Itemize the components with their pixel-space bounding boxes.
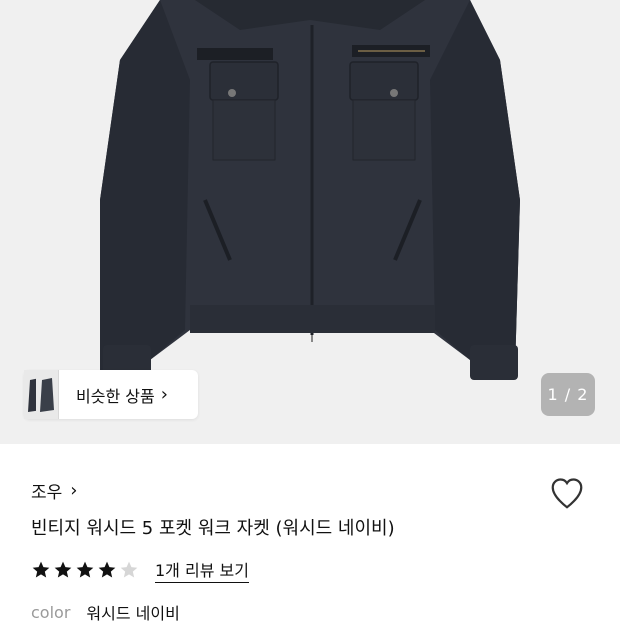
image-counter: 1 / 2	[541, 373, 595, 416]
star-filled-icon	[54, 561, 72, 578]
star-filled-icon	[32, 561, 50, 578]
brand-name: 조우	[31, 483, 63, 503]
color-option-row: color 워시드 네이비	[31, 600, 180, 624]
product-image-gallery[interactable]: 비슷한 상품 › 1 / 2	[0, 0, 620, 444]
similar-products-label: 비슷한 상품	[76, 386, 155, 406]
reviews-link[interactable]: 1개 리뷰 보기	[155, 557, 249, 583]
rating-row: 1개 리뷰 보기	[31, 557, 249, 583]
color-label: color	[31, 602, 71, 622]
star-filled-icon	[76, 561, 94, 578]
similar-products-button[interactable]: 비슷한 상품 ›	[24, 370, 198, 419]
star-empty-icon	[120, 561, 138, 578]
similar-thumbnail	[36, 370, 59, 419]
heart-outline-icon[interactable]	[548, 474, 586, 512]
color-value: 워시드 네이비	[86, 604, 180, 623]
chevron-right-icon: ›	[160, 384, 168, 405]
chevron-right-icon: ›	[70, 480, 78, 501]
star-filled-icon	[98, 561, 116, 578]
similar-thumbnails	[24, 370, 68, 419]
brand-link[interactable]: 조우 ›	[31, 478, 77, 503]
product-title: 빈티지 워시드 5 포켓 워크 자켓 (워시드 네이비)	[31, 518, 395, 539]
